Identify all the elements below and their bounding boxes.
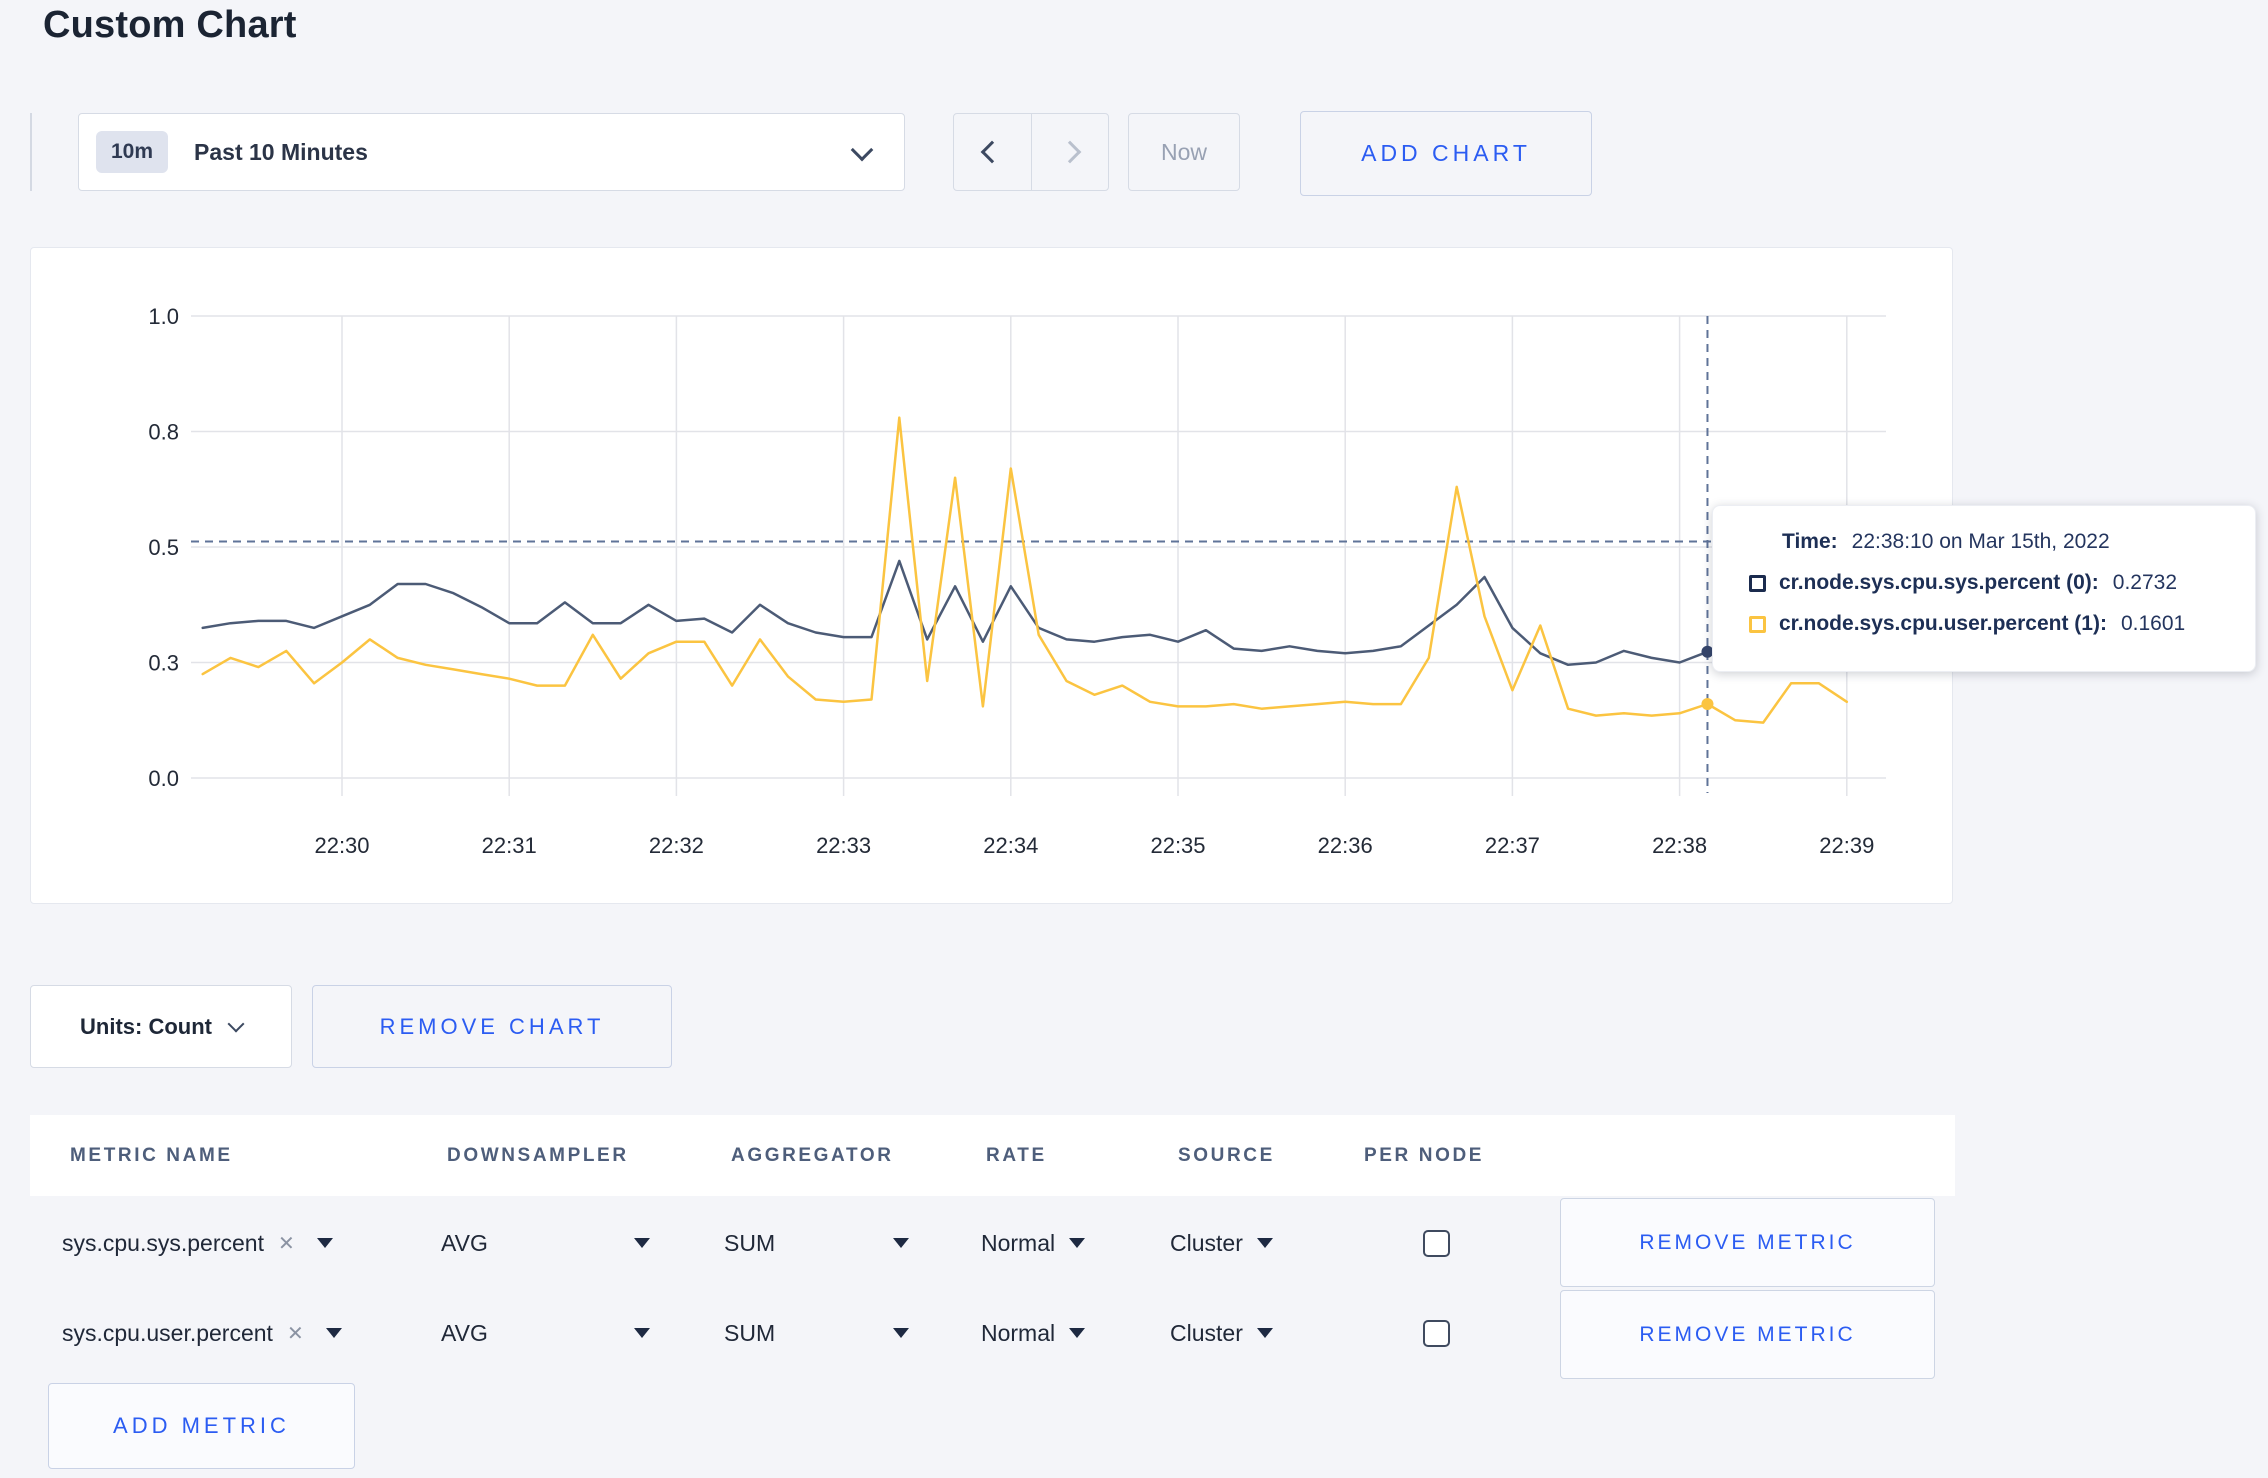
time-range-label: Past 10 Minutes [194,138,368,165]
col-header-downsampler: DOWNSAMPLER [447,1144,629,1166]
units-dropdown[interactable]: Units: Count [30,985,292,1068]
x-axis-label: 22:36 [1318,833,1373,858]
dropdown-arrow-icon [634,1328,650,1338]
tooltip-series-user-label: cr.node.sys.cpu.user.percent (1): [1779,612,2107,635]
y-axis-label: 0.3 [148,651,179,676]
chart-card: 0.0 0.3 0.5 0.8 1.0 22:30 22:31 22:32 22:33 22:34… [30,247,1953,904]
rate-select[interactable]: Normal [981,1294,1086,1372]
dropdown-arrow-icon [893,1328,909,1338]
x-axis-label: 22:39 [1819,833,1874,858]
source-select[interactable]: Cluster [1170,1204,1273,1282]
col-header-per-node: PER NODE [1364,1144,1485,1166]
dropdown-arrow-icon [1069,1238,1086,1248]
remove-metric-button[interactable]: REMOVE METRIC [1560,1198,1935,1287]
chevron-down-icon [227,1015,245,1032]
x-axis-label: 22:33 [816,833,871,858]
aggregator-select[interactable]: SUM [724,1294,775,1372]
aggregator-select[interactable]: SUM [724,1204,775,1282]
add-metric-button[interactable]: ADD METRIC [48,1383,355,1469]
downsampler-arrow[interactable] [634,1294,650,1372]
downsampler-select[interactable]: AVG [441,1204,488,1282]
remove-chart-button[interactable]: REMOVE CHART [312,985,672,1068]
page-title: Custom Chart [43,4,297,46]
clear-metric-icon[interactable]: ✕ [278,1231,295,1256]
series-line-sys [201,559,1849,667]
col-header-metric-name: METRIC NAME [70,1144,233,1166]
metrics-table-header: METRIC NAME DOWNSAMPLER AGGREGATOR RATE … [30,1115,1955,1196]
aggregator-arrow[interactable] [893,1204,909,1282]
dropdown-arrow-icon [325,1328,342,1338]
source-select[interactable]: Cluster [1170,1294,1273,1372]
units-label: Units: Count [80,1013,212,1039]
downsampler-arrow[interactable] [634,1204,650,1282]
x-axis-label: 22:30 [314,833,369,858]
toolbar-divider [30,113,32,191]
col-header-rate: RATE [986,1144,1047,1166]
time-range-badge: 10m [96,131,169,173]
per-node-checkbox[interactable] [1423,1230,1450,1257]
x-axis-label: 22:35 [1150,833,1205,858]
tooltip-time-label: Time: [1782,530,1838,553]
chevron-right-icon [1058,140,1082,164]
tooltip-time-value: 22:38:10 on Mar 15th, 2022 [1851,530,2110,553]
clear-metric-icon[interactable]: ✕ [287,1321,304,1346]
y-axis-label: 0.5 [148,535,179,560]
time-range-nav [953,113,1109,191]
chart-tooltip: Time: 22:38:10 on Mar 15th, 2022 cr.node… [1712,505,2256,672]
dropdown-arrow-icon [893,1238,909,1248]
series-line-user [201,416,1849,724]
y-axis-label: 1.0 [148,304,179,329]
aggregator-arrow[interactable] [893,1294,909,1372]
chevron-left-icon [980,140,1004,164]
series-user-swatch-icon [1749,615,1766,633]
dropdown-arrow-icon [1256,1238,1273,1248]
col-header-source: SOURCE [1178,1144,1275,1166]
x-axis-label: 22:32 [649,833,704,858]
col-header-aggregator: AGGREGATOR [731,1144,894,1166]
add-chart-button[interactable]: ADD CHART [1300,111,1592,196]
dropdown-arrow-icon [1256,1328,1273,1338]
series-sys-swatch-icon [1749,574,1766,592]
x-axis-label: 22:38 [1652,833,1707,858]
y-axis-label: 0.0 [148,766,179,791]
time-forward-button[interactable] [1030,114,1109,190]
timeseries-chart[interactable]: 0.0 0.3 0.5 0.8 1.0 22:30 22:31 22:32 22:33 22:34… [31,248,1952,903]
time-back-button[interactable] [954,114,1031,190]
tooltip-series-user-value: 0.1601 [2120,612,2186,635]
remove-metric-button[interactable]: REMOVE METRIC [1560,1290,1935,1379]
custom-chart-page: Custom Chart 10m Past 10 Minutes Now ADD… [0,0,2268,1478]
dropdown-arrow-icon [1069,1328,1086,1338]
x-axis-label: 22:31 [482,833,537,858]
rate-select[interactable]: Normal [981,1204,1086,1282]
time-range-dropdown[interactable]: 10m Past 10 Minutes [78,113,905,191]
x-axis-label: 22:34 [983,833,1038,858]
metric-name-select[interactable]: sys.cpu.user.percent ✕ [62,1294,342,1372]
chevron-down-icon [850,138,874,162]
downsampler-select[interactable]: AVG [441,1294,488,1372]
crosshair-point [1701,698,1714,711]
now-button[interactable]: Now [1128,113,1240,191]
dropdown-arrow-icon [316,1238,333,1248]
dropdown-arrow-icon [634,1238,650,1248]
tooltip-series-sys-label: cr.node.sys.cpu.sys.percent (0): [1779,571,2099,594]
x-axis-label: 22:37 [1485,833,1540,858]
y-axis-label: 0.8 [148,420,179,445]
tooltip-series-sys-value: 0.2732 [2112,571,2178,594]
metric-name-select[interactable]: sys.cpu.sys.percent ✕ [62,1204,333,1282]
per-node-checkbox[interactable] [1423,1320,1450,1347]
